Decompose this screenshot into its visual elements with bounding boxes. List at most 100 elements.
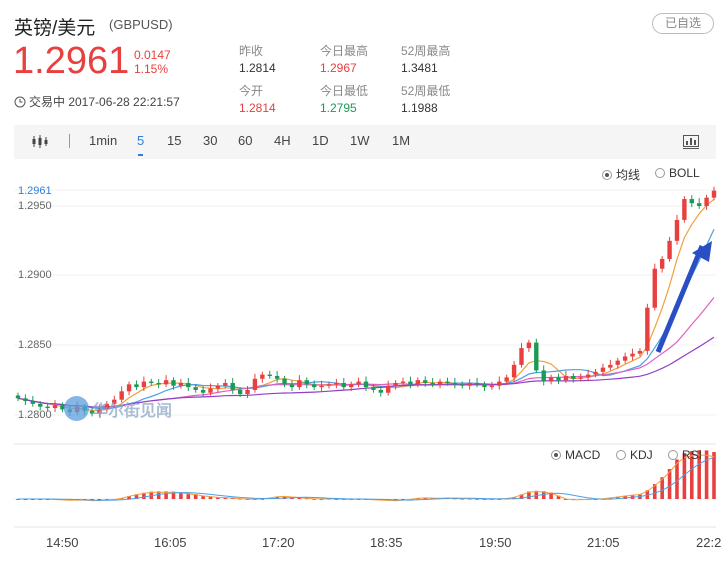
candle <box>445 381 450 383</box>
candle <box>593 371 598 375</box>
candle <box>267 374 272 376</box>
radio-label: RSI <box>682 448 703 462</box>
candle <box>304 380 309 385</box>
macd-bar <box>704 450 709 499</box>
candle <box>193 387 198 390</box>
candle <box>563 375 569 381</box>
candle <box>704 197 709 206</box>
candle <box>674 219 680 241</box>
candle <box>356 381 361 385</box>
candle <box>474 382 480 385</box>
radio-label: KDJ <box>630 448 653 462</box>
x-tick-label: 16:05 <box>154 535 187 550</box>
macd-dif-line <box>18 454 715 502</box>
candles-group <box>15 186 717 418</box>
candle <box>652 268 657 308</box>
candle <box>245 389 250 395</box>
indicator-kdj-radio[interactable]: KDJ <box>616 448 653 462</box>
candle <box>186 382 191 388</box>
candle <box>260 374 265 379</box>
candle <box>504 377 509 382</box>
candle <box>400 381 406 383</box>
candle <box>659 258 665 269</box>
candle <box>371 387 376 390</box>
candle <box>178 382 184 386</box>
candle <box>408 381 413 385</box>
candle <box>326 384 332 386</box>
candle <box>622 356 628 361</box>
price-chart[interactable] <box>0 0 721 561</box>
candle <box>252 378 258 390</box>
candle <box>482 384 487 388</box>
candle <box>489 385 495 388</box>
candle <box>15 395 21 399</box>
candle <box>578 377 583 379</box>
candle <box>689 199 694 204</box>
candle <box>556 377 561 381</box>
x-tick-label: 21:05 <box>587 535 620 550</box>
candle <box>711 190 717 198</box>
indicator-macd-radio[interactable]: MACD <box>551 448 600 462</box>
candle <box>386 385 391 393</box>
candle <box>511 364 517 378</box>
candle <box>423 380 428 383</box>
indicator-rsi-radio[interactable]: RSI <box>668 448 702 462</box>
candle <box>645 307 650 351</box>
candle <box>200 389 206 393</box>
candle <box>682 199 687 220</box>
candle <box>541 370 546 382</box>
candle <box>156 382 161 385</box>
candle <box>534 342 539 371</box>
candle <box>460 384 465 386</box>
candle <box>38 403 43 407</box>
candle <box>230 382 235 390</box>
candle <box>237 389 243 395</box>
candle <box>452 382 458 385</box>
candle <box>274 375 280 379</box>
macd-bar <box>712 452 716 499</box>
candle <box>45 406 50 409</box>
candle <box>311 384 317 388</box>
candle <box>163 380 169 385</box>
candle <box>134 384 139 388</box>
y-tick-label: 1.2950 <box>18 200 52 212</box>
candle <box>430 382 435 385</box>
radio-dot <box>668 450 678 460</box>
candle <box>585 374 591 378</box>
candle <box>289 384 295 388</box>
y-tick-label: 1.2900 <box>18 269 52 281</box>
x-tick-label: 22:2 <box>696 535 721 550</box>
candle <box>171 380 176 386</box>
y-tick-label: 1.2850 <box>18 339 52 351</box>
candle <box>141 381 147 388</box>
candle <box>348 384 354 388</box>
candle <box>208 388 213 393</box>
watermark: 华尔街见闻 <box>64 396 172 421</box>
candle <box>30 401 36 404</box>
candle <box>526 342 532 349</box>
candle <box>467 382 472 386</box>
y-tick-label: 1.2800 <box>18 409 52 421</box>
candle <box>297 380 302 388</box>
watermark-text: 华尔街见闻 <box>92 400 173 420</box>
candle <box>667 240 672 259</box>
x-tick-label: 19:50 <box>479 535 512 550</box>
candle <box>415 380 421 385</box>
candle <box>282 378 287 385</box>
x-tick-label: 17:20 <box>262 535 295 550</box>
candle <box>215 385 221 389</box>
candle <box>319 385 324 388</box>
candle <box>52 405 58 409</box>
candle <box>571 375 576 379</box>
candle <box>341 382 346 388</box>
candle <box>393 382 398 386</box>
watermark-logo-icon <box>64 396 89 421</box>
candle <box>608 364 613 368</box>
macd-group <box>16 450 716 502</box>
candle <box>126 384 132 392</box>
chart-grid <box>14 189 716 528</box>
current-price-label: 1.2961 <box>18 185 52 197</box>
candle <box>149 381 154 383</box>
macd-dea-line <box>18 456 715 501</box>
x-tick-label: 14:50 <box>46 535 79 550</box>
